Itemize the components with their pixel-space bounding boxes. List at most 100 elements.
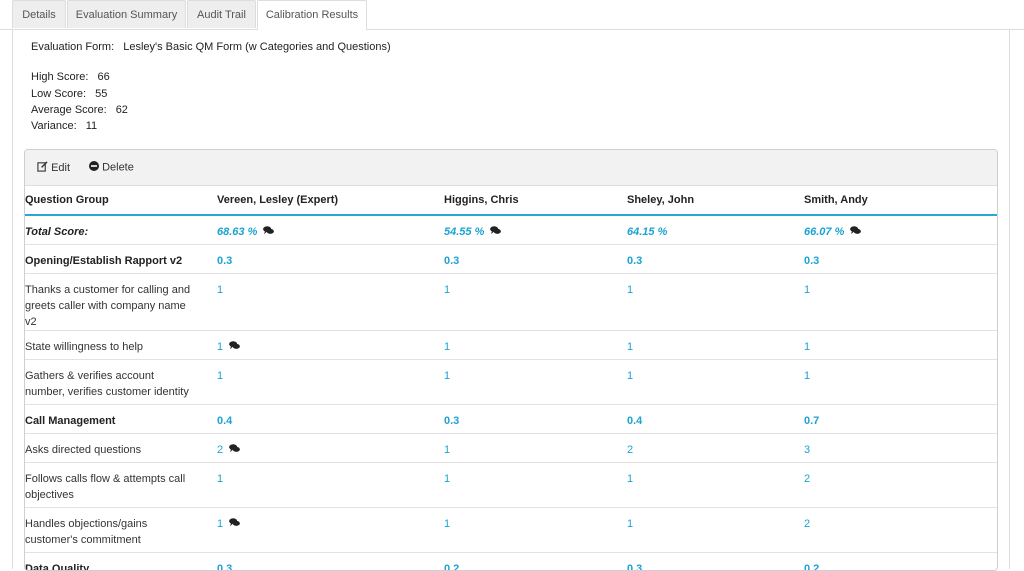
score-value[interactable]: 1	[444, 518, 450, 530]
tab-details[interactable]: Details	[12, 0, 66, 28]
score-cell: 1	[444, 274, 627, 331]
score-value[interactable]: 1	[444, 284, 450, 296]
score-cell: 1	[444, 463, 627, 508]
score-value[interactable]: 1	[627, 518, 633, 530]
table-row: Gathers & verifies account number, verif…	[25, 360, 997, 405]
score-value[interactable]: 3	[804, 444, 810, 456]
score-value[interactable]: 0.3	[627, 563, 642, 571]
comments-icon[interactable]	[263, 224, 274, 240]
table-row: Opening/Establish Rapport v20.30.30.30.3	[25, 245, 997, 274]
delete-label: Delete	[102, 161, 134, 173]
comments-icon[interactable]	[229, 339, 240, 355]
score-value[interactable]: 2	[217, 444, 223, 456]
table-row: Handles objections/gains customer's comm…	[25, 508, 997, 553]
calibration-table: Question Group Vereen, Lesley (Expert) H…	[25, 186, 997, 571]
score-value[interactable]: 66.07 %	[804, 226, 844, 238]
delete-button[interactable]: Delete	[89, 161, 134, 174]
score-cell: 0.3	[217, 245, 444, 274]
score-cell: 0.3	[217, 553, 444, 571]
score-cell: 64.15 %	[627, 215, 804, 245]
tab-audit-trail[interactable]: Audit Trail	[187, 0, 256, 28]
score-value[interactable]: 0.3	[804, 255, 819, 267]
score-cell: 0.2	[804, 553, 997, 571]
score-cell: 2	[217, 434, 444, 463]
score-value[interactable]: 1	[444, 473, 450, 485]
high-score-label: High Score:	[31, 71, 88, 83]
question-label: Data Quality	[25, 553, 217, 571]
variance-value: 11	[86, 120, 97, 132]
score-cell: 0.3	[627, 245, 804, 274]
score-cell: 0.3	[444, 245, 627, 274]
comments-icon[interactable]	[850, 224, 861, 240]
score-value[interactable]: 0.2	[444, 563, 459, 571]
column-header: Higgins, Chris	[444, 186, 627, 215]
edit-button[interactable]: Edit	[37, 161, 70, 175]
question-label: Call Management	[25, 405, 217, 429]
comments-icon[interactable]	[229, 442, 240, 458]
score-value[interactable]: 1	[804, 370, 810, 382]
score-cell: 1	[627, 274, 804, 331]
question-cell: Data Quality	[25, 553, 217, 571]
question-cell: Total Score:	[25, 215, 217, 245]
comments-icon[interactable]	[490, 224, 501, 240]
score-cell: 1	[444, 331, 627, 360]
score-value[interactable]: 0.3	[217, 255, 232, 267]
score-value[interactable]: 0.3	[217, 563, 232, 571]
score-value[interactable]: 0.4	[627, 415, 642, 427]
low-score-value: 55	[95, 88, 107, 100]
score-value[interactable]: 0.4	[217, 415, 232, 427]
average-score-value: 62	[116, 104, 128, 116]
score-value[interactable]: 1	[217, 473, 223, 485]
table-row: Asks directed questions2123	[25, 434, 997, 463]
table-row: Follows calls flow & attempts call objec…	[25, 463, 997, 508]
score-value[interactable]: 2	[627, 444, 633, 456]
score-value[interactable]: 1	[627, 473, 633, 485]
average-score-label: Average Score:	[31, 104, 107, 116]
score-value[interactable]: 64.15 %	[627, 226, 667, 238]
question-cell: Follows calls flow & attempts call objec…	[25, 463, 217, 508]
evaluation-form-line: Evaluation Form: Lesley's Basic QM Form …	[31, 41, 391, 53]
low-score-label: Low Score:	[31, 88, 86, 100]
score-value[interactable]: 68.63 %	[217, 226, 257, 238]
score-value[interactable]: 1	[444, 444, 450, 456]
score-cell: 0.7	[804, 405, 997, 434]
score-value[interactable]: 2	[804, 518, 810, 530]
score-value[interactable]: 1	[217, 341, 223, 353]
score-cell: 0.4	[217, 405, 444, 434]
score-value[interactable]: 1	[804, 284, 810, 296]
score-value[interactable]: 54.55 %	[444, 226, 484, 238]
score-value[interactable]: 0.2	[804, 563, 819, 571]
score-cell: 3	[804, 434, 997, 463]
score-cell: 1	[804, 274, 997, 331]
table-row: Total Score:68.63 % 54.55 % 64.15 % 66.07 %	[25, 215, 997, 245]
score-value[interactable]: 2	[804, 473, 810, 485]
question-cell: Gathers & verifies account number, verif…	[25, 360, 217, 405]
table-row: Call Management0.40.30.40.7	[25, 405, 997, 434]
score-value[interactable]: 0.3	[444, 255, 459, 267]
score-value[interactable]: 1	[217, 370, 223, 382]
score-value[interactable]: 1	[627, 341, 633, 353]
score-value[interactable]: 0.3	[444, 415, 459, 427]
score-cell: 1	[444, 360, 627, 405]
score-value[interactable]: 1	[444, 341, 450, 353]
score-value[interactable]: 1	[804, 341, 810, 353]
score-value[interactable]: 0.7	[804, 415, 819, 427]
score-value[interactable]: 1	[444, 370, 450, 382]
table-row: State willingness to help1111	[25, 331, 997, 360]
variance-label: Variance:	[31, 120, 77, 132]
score-value[interactable]: 1	[627, 284, 633, 296]
score-value[interactable]: 1	[217, 518, 223, 530]
score-value[interactable]: 1	[627, 370, 633, 382]
question-label: Total Score:	[25, 216, 217, 240]
score-value[interactable]: 1	[217, 284, 223, 296]
comments-icon[interactable]	[229, 516, 240, 532]
score-cell: 1	[217, 360, 444, 405]
edit-label: Edit	[51, 162, 70, 174]
tab-evaluation-summary[interactable]: Evaluation Summary	[67, 0, 186, 28]
score-cell: 2	[627, 434, 804, 463]
column-header: Smith, Andy	[804, 186, 997, 215]
score-cell: 0.3	[804, 245, 997, 274]
score-value[interactable]: 0.3	[627, 255, 642, 267]
tab-calibration-results[interactable]: Calibration Results	[257, 0, 367, 30]
score-cell: 1	[627, 331, 804, 360]
